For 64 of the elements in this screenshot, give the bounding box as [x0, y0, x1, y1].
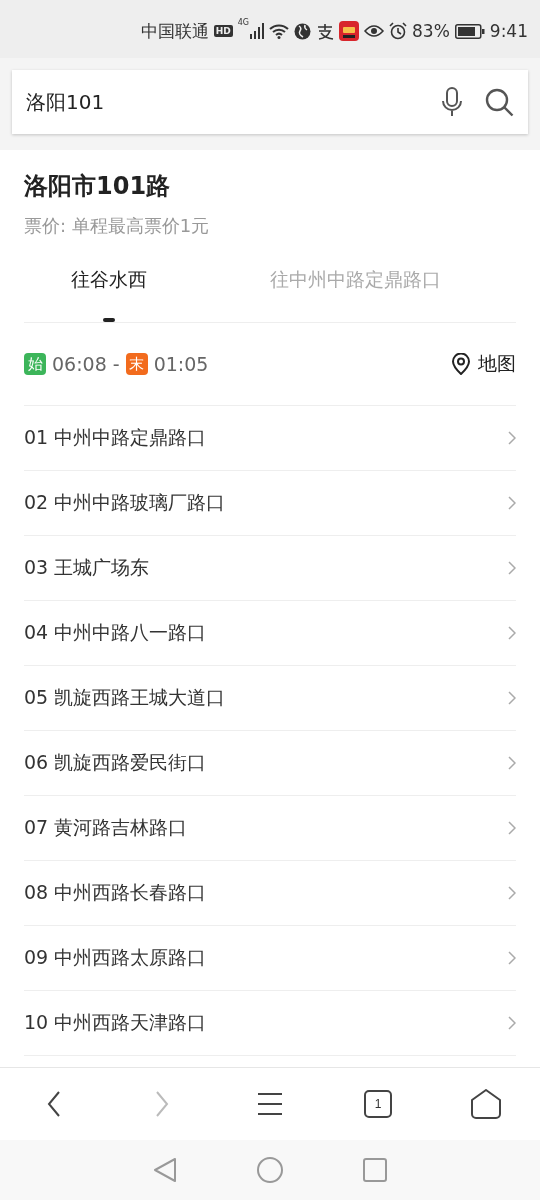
tabs-button[interactable]: 1 — [348, 1079, 408, 1129]
chevron-right-icon — [508, 756, 516, 770]
stop-row[interactable]: 07 黄河路吉林路口 — [24, 796, 516, 861]
stop-name: 05 凯旋西路王城大道口 — [24, 685, 226, 710]
network-type: 4G — [237, 18, 249, 27]
stop-name: 07 黄河路吉林路口 — [24, 815, 188, 840]
stop-name: 03 王城广场东 — [24, 555, 150, 580]
battery-percent: 83% — [412, 21, 450, 41]
stop-row[interactable]: 01 中州中路定鼎路口 — [24, 406, 516, 471]
direction-tab[interactable]: 往谷水西 — [24, 260, 194, 322]
chevron-right-icon — [508, 691, 516, 705]
map-link[interactable]: 地图 — [452, 351, 516, 377]
stop-name: 06 凯旋西路爱民街口 — [24, 750, 207, 775]
battery-icon — [454, 23, 485, 39]
back-icon[interactable] — [153, 1157, 177, 1183]
stop-row[interactable]: 06 凯旋西路爱民街口 — [24, 731, 516, 796]
start-badge: 始 — [24, 353, 46, 375]
stop-row[interactable]: 08 中州西路长春路口 — [24, 861, 516, 926]
carrier-name: 中国联通 — [140, 19, 209, 43]
chevron-right-icon — [508, 821, 516, 835]
chevron-right-icon — [508, 951, 516, 965]
chevron-left-icon — [47, 1091, 61, 1117]
square-icon — [364, 1090, 392, 1118]
search-bar[interactable]: 洛阳101 — [12, 70, 528, 134]
stop-row[interactable]: 03 王城广场东 — [24, 536, 516, 601]
first-bus-time: 06:08 - — [52, 353, 120, 375]
location-pin-icon — [452, 353, 470, 375]
chevron-right-icon — [508, 496, 516, 510]
search-icon[interactable] — [484, 87, 514, 117]
stop-name: 09 中州西路太原路口 — [24, 945, 207, 970]
stop-row[interactable]: 09 中州西路太原路口 — [24, 926, 516, 991]
stop-row[interactable]: 04 中州中路八一路口 — [24, 601, 516, 666]
fare-info: 票价: 单程最高票价1元 — [24, 214, 211, 238]
chevron-right-icon — [508, 1016, 516, 1030]
stop-row[interactable]: 05 凯旋西路王城大道口 — [24, 666, 516, 731]
chevron-right-icon — [155, 1091, 169, 1117]
end-badge: 末 — [125, 353, 148, 375]
home-icon — [471, 1089, 501, 1119]
app-icon — [339, 21, 359, 41]
chevron-right-icon — [508, 431, 516, 445]
globe-icon — [294, 22, 311, 40]
signal-icon — [250, 23, 264, 39]
recents-icon[interactable] — [363, 1158, 387, 1182]
chevron-right-icon — [508, 561, 516, 575]
home-icon[interactable] — [257, 1157, 283, 1183]
wifi-icon — [269, 23, 289, 39]
stop-name: 01 中州中路定鼎路口 — [24, 425, 207, 450]
stop-name: 10 中州西路天津路口 — [24, 1010, 207, 1035]
route-title: 洛阳市101路 — [24, 171, 172, 202]
search-field[interactable]: 洛阳101 — [26, 90, 420, 114]
chevron-right-icon — [508, 626, 516, 640]
chevron-right-icon — [508, 886, 516, 900]
stop-row[interactable]: 02 中州中路玻璃厂路口 — [24, 471, 516, 536]
stop-name: 02 中州中路玻璃厂路口 — [24, 490, 226, 515]
stop-name: 04 中州中路八一路口 — [24, 620, 207, 645]
hd-badge: HD — [213, 25, 233, 37]
microphone-icon[interactable] — [442, 87, 462, 117]
last-bus-time: 01:05 — [153, 353, 209, 375]
eye-icon — [364, 24, 384, 38]
clock: 9:41 — [489, 21, 528, 41]
menu-icon — [257, 1092, 283, 1116]
stop-row[interactable]: 10 中州西路天津路口 — [24, 991, 516, 1056]
stop-name: 08 中州西路长春路口 — [24, 880, 207, 905]
alarm-icon — [389, 22, 407, 40]
